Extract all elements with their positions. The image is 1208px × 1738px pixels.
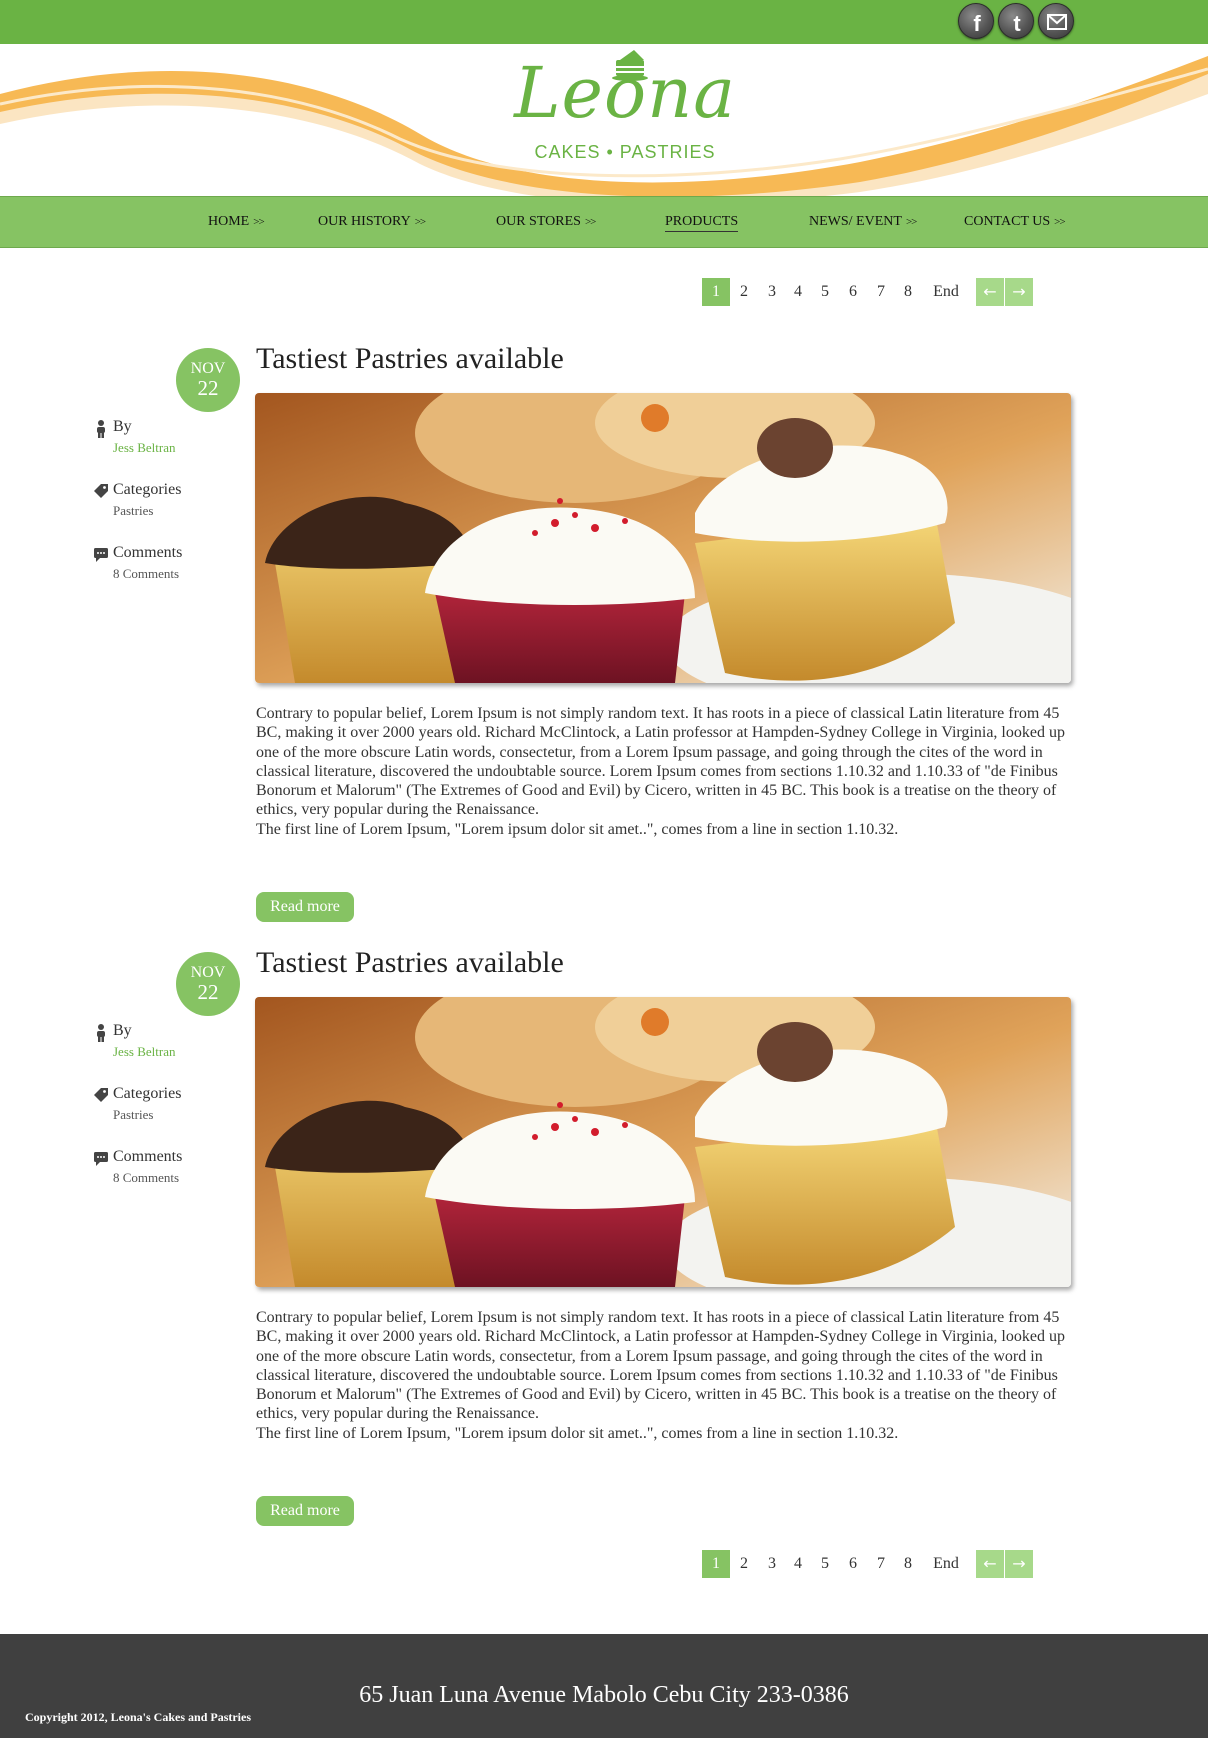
post-body: Contrary to popular belief, Lorem Ipsum … [256,704,1076,839]
logo[interactable]: Leona CAKES • PASTRIES [510,46,740,166]
page-link-7[interactable]: 7 [867,278,895,306]
page-link-4[interactable]: 4 [784,1550,812,1578]
page-link-5[interactable]: 5 [811,278,839,306]
post-month: NOV [190,964,226,981]
page-link-3[interactable]: 3 [758,1550,786,1578]
page-link-6[interactable]: 6 [839,278,867,306]
post-body: Contrary to popular belief, Lorem Ipsum … [256,1308,1076,1443]
author-link[interactable]: Jess Beltran [113,1044,175,1060]
by-label: By [113,1022,132,1039]
comment-icon [94,1152,108,1166]
person-icon [97,1024,105,1042]
nav-news-event[interactable]: NEWS/ EVENT >> [809,214,917,230]
svg-text:f: f [973,11,981,36]
by-label: By [113,418,132,435]
svg-text:t: t [1013,11,1021,36]
page-link-2[interactable]: 2 [730,278,758,306]
post-month: NOV [190,360,226,377]
comments-link[interactable]: 8 Comments [113,566,179,582]
twitter-icon[interactable]: t [998,3,1034,39]
comments-label: Comments [113,1148,183,1165]
top-bar: f t [0,0,1208,44]
comment-icon [94,548,108,562]
post-day: 22 [197,376,219,400]
tag-icon [94,1088,108,1102]
read-more-button[interactable]: Read more [256,1496,354,1526]
page-link-1[interactable]: 1 [702,1550,730,1578]
post-day: 22 [197,980,219,1004]
post-image[interactable] [255,393,1071,683]
nav-products[interactable]: PRODUCTS [665,214,739,232]
post-title[interactable]: Tastiest Pastries available [256,946,564,980]
main-nav: HOME >> OUR HISTORY >> OUR STORES >> PRODUC… [0,196,1208,248]
logo-tagline: CAKES • PASTRIES [534,142,716,162]
arrow-left-icon[interactable]: ← [976,1550,1004,1578]
cupcakes-photo [255,997,1071,1287]
arrow-right-icon[interactable]: → [1005,1550,1033,1578]
page-link-8[interactable]: 8 [894,278,922,306]
post-body-text: Contrary to popular belief, Lorem Ipsum … [256,705,1065,819]
email-icon[interactable] [1038,3,1074,39]
page-link-1[interactable]: 1 [702,278,730,306]
category-link[interactable]: Pastries [113,503,153,519]
page-link-end[interactable]: End [926,278,966,306]
page-link-6[interactable]: 6 [839,1550,867,1578]
post-body-text-2: The first line of Lorem Ipsum, "Lorem ip… [256,820,899,838]
site-header: Leona CAKES • PASTRIES [0,44,1208,196]
logo-text: Leona [514,52,736,134]
nav-home[interactable]: HOME >> [208,214,265,230]
category-link[interactable]: Pastries [113,1107,153,1123]
arrow-left-icon[interactable]: ← [976,278,1004,306]
facebook-icon[interactable]: f [958,3,994,39]
categories-label: Categories [113,481,182,498]
page-link-7[interactable]: 7 [867,1550,895,1578]
page-link-4[interactable]: 4 [784,278,812,306]
page-link-3[interactable]: 3 [758,278,786,306]
nav-contact-us[interactable]: CONTACT US >> [964,214,1066,230]
arrow-right-icon[interactable]: → [1005,278,1033,306]
cupcakes-photo [255,393,1071,683]
page-link-5[interactable]: 5 [811,1550,839,1578]
tag-icon [94,484,108,498]
read-more-button[interactable]: Read more [256,892,354,922]
person-icon [97,420,105,438]
site-footer: 65 Juan Luna Avenue Mabolo Cebu City 233… [0,1634,1208,1738]
post-body-text-2: The first line of Lorem Ipsum, "Lorem ip… [256,1424,899,1442]
footer-address: 65 Juan Luna Avenue Mabolo Cebu City 233… [359,1682,849,1708]
page-link-end[interactable]: End [926,1550,966,1578]
footer-copyright: Copyright 2012, Leona's Cakes and Pastri… [25,1710,252,1724]
pagination-top: 1 2 3 4 5 6 7 8 End ← → [702,278,1034,306]
post-title[interactable]: Tastiest Pastries available [256,342,564,376]
post-image[interactable] [255,997,1071,1287]
comments-label: Comments [113,544,183,561]
page-link-8[interactable]: 8 [894,1550,922,1578]
nav-our-stores[interactable]: OUR STORES >> [496,214,596,230]
categories-label: Categories [113,1085,182,1102]
pagination-bottom: 1 2 3 4 5 6 7 8 End ← → [702,1550,1034,1578]
nav-our-history[interactable]: OUR HISTORY >> [318,214,426,230]
post-body-text: Contrary to popular belief, Lorem Ipsum … [256,1309,1065,1423]
page-link-2[interactable]: 2 [730,1550,758,1578]
comments-link[interactable]: 8 Comments [113,1170,179,1186]
post-date-badge: NOV 22 [176,952,240,1016]
post-date-badge: NOV 22 [176,348,240,412]
author-link[interactable]: Jess Beltran [113,440,175,456]
